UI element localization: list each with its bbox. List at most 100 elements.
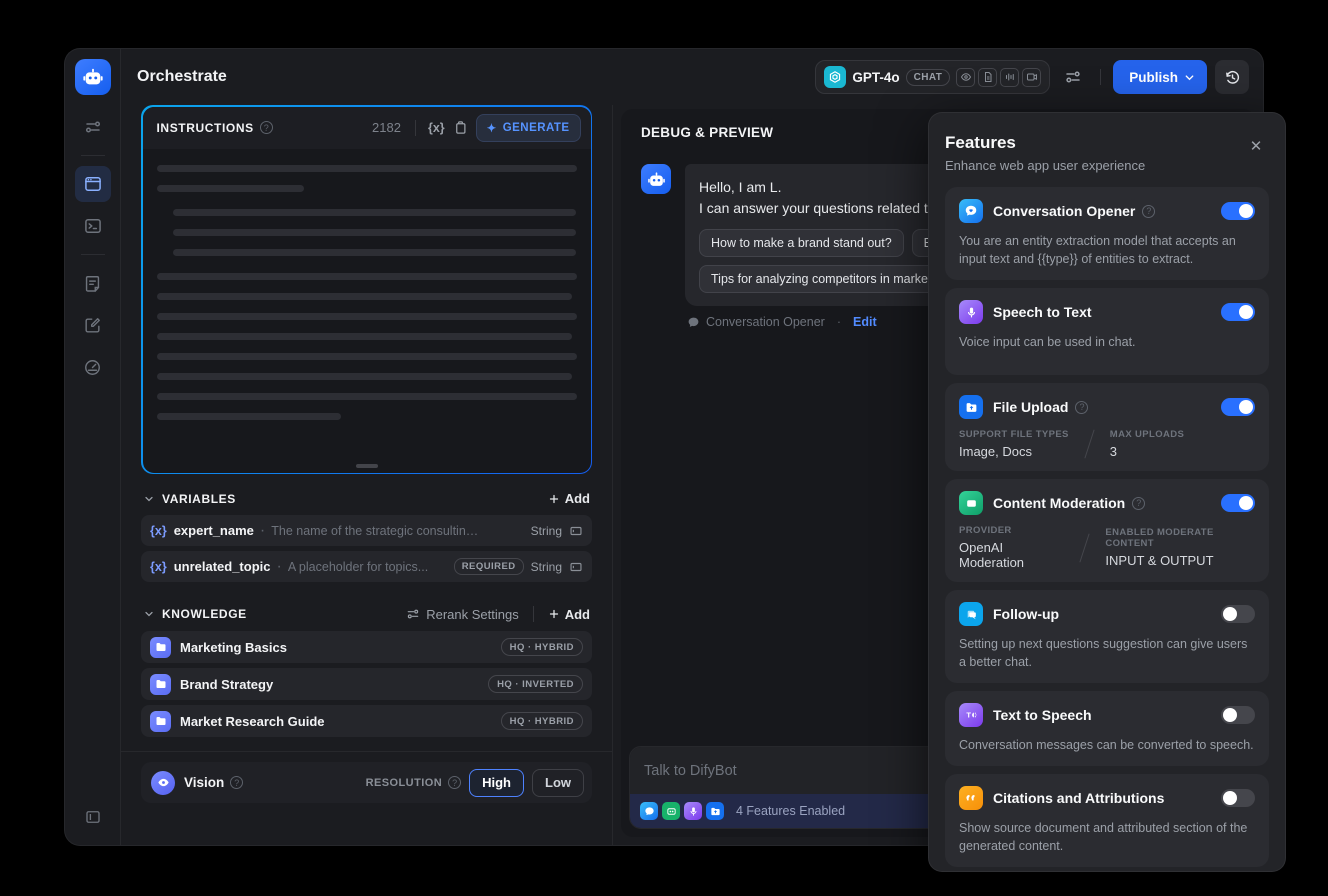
features-panel: Features Enhance web app user experience… <box>928 112 1286 872</box>
top-bar: Orchestrate GPT-4o CHAT Publish <box>121 49 1263 105</box>
help-icon[interactable] <box>1142 204 1156 218</box>
add-variable-button[interactable]: Add <box>548 491 590 506</box>
follow-up-toggle[interactable] <box>1221 605 1255 623</box>
rail-divider <box>80 254 105 255</box>
variable-type: String <box>530 523 562 538</box>
text-to-speech-icon: T <box>959 703 983 727</box>
features-enabled-text: 4 Features Enabled <box>736 804 846 818</box>
dot-separator <box>260 522 265 540</box>
suggested-question-chip[interactable]: Tips for analyzing competitors in market… <box>699 265 961 293</box>
feature-card-text-to-speech: T Text to Speech Conversation messages c… <box>945 691 1269 766</box>
chevron-down-icon[interactable] <box>143 608 155 620</box>
feature-card-content-moderation: Content Moderation PROVIDER OpenAI Moder… <box>945 479 1269 582</box>
insert-variable-icon[interactable]: {x} <box>428 121 445 135</box>
video-icon <box>1022 67 1042 87</box>
history-icon[interactable] <box>1215 60 1249 94</box>
variable-type: String <box>530 559 562 574</box>
text-to-speech-toggle[interactable] <box>1221 706 1255 724</box>
instructions-skeleton <box>143 149 591 449</box>
knowledge-header: KNOWLEDGE Rerank Settings Add <box>143 606 590 622</box>
generate-button[interactable]: ✦ GENERATE <box>475 113 581 142</box>
conversation-opener-icon <box>640 802 658 820</box>
vision-label: Vision <box>184 775 225 790</box>
folder-icon <box>150 710 171 732</box>
variable-row[interactable]: {x} unrelated_topic A placeholder for to… <box>141 551 592 582</box>
logs-icon[interactable] <box>75 265 111 301</box>
chevron-down-icon[interactable] <box>143 493 155 505</box>
knowledge-row[interactable]: Marketing Basics HQ · HYBRID <box>141 631 592 663</box>
content-moderation-toggle[interactable] <box>1221 494 1255 512</box>
vision-icon <box>956 67 976 87</box>
bot-avatar <box>641 164 671 194</box>
audio-icon <box>1000 67 1020 87</box>
retrieval-badge: HQ · INVERTED <box>488 675 583 693</box>
orchestrate-window-icon[interactable] <box>74 166 111 202</box>
dot-separator <box>276 558 281 576</box>
feature-card-speech-to-text: Speech to Text Voice input can be used i… <box>945 288 1269 375</box>
variable-row[interactable]: {x} expert_name The name of the strategi… <box>141 515 592 546</box>
chevron-down-icon <box>1185 74 1194 80</box>
sliders-icon <box>407 609 419 619</box>
meta-divider <box>1079 533 1091 562</box>
publish-button[interactable]: Publish <box>1113 60 1207 94</box>
resolution-low-button[interactable]: Low <box>532 768 584 797</box>
rerank-settings-button[interactable]: Rerank Settings <box>406 607 519 622</box>
close-icon[interactable]: ✕ <box>1243 133 1269 159</box>
instructions-editor[interactable]: INSTRUCTIONS 2182 {x} ✦ GENERATE <box>142 106 591 473</box>
publish-label: Publish <box>1129 69 1178 85</box>
terminal-icon[interactable] <box>75 208 111 244</box>
follow-up-icon <box>959 602 983 626</box>
sparkle-icon: ✦ <box>486 122 497 135</box>
speech-to-text-toggle[interactable] <box>1221 303 1255 321</box>
file-upload-icon <box>706 802 724 820</box>
add-knowledge-button[interactable]: Add <box>548 607 590 622</box>
annotation-icon[interactable] <box>75 307 111 343</box>
variables-header: VARIABLES Add <box>143 491 590 506</box>
model-selector[interactable]: GPT-4o CHAT <box>815 60 1051 94</box>
knowledge-row[interactable]: Market Research Guide HQ · HYBRID <box>141 705 592 737</box>
sliders-icon[interactable] <box>75 109 111 145</box>
resize-handle[interactable] <box>355 463 378 468</box>
conversation-opener-icon <box>687 316 700 329</box>
dot-separator <box>837 315 841 329</box>
variable-token-icon: {x} <box>150 523 167 538</box>
knowledge-row[interactable]: Brand Strategy HQ · INVERTED <box>141 668 592 700</box>
monitoring-icon[interactable] <box>75 349 111 385</box>
suggested-question-chip[interactable]: How to make a brand stand out? <box>699 229 904 257</box>
required-badge: REQUIRED <box>453 558 524 575</box>
feature-card-citations: Citations and Attributions Show source d… <box>945 774 1269 867</box>
conversation-opener-toggle[interactable] <box>1221 202 1255 220</box>
help-icon[interactable] <box>1075 400 1089 414</box>
feature-card-file-upload: File Upload SUPPORT FILE TYPES Image, Do… <box>945 383 1269 471</box>
citations-toggle[interactable] <box>1221 789 1255 807</box>
resolution-label: RESOLUTION <box>365 776 443 789</box>
file-upload-toggle[interactable] <box>1221 398 1255 416</box>
svg-text:T: T <box>966 710 971 719</box>
help-icon[interactable] <box>448 776 462 789</box>
speech-to-text-icon <box>684 802 702 820</box>
left-rail <box>65 49 121 845</box>
openai-icon <box>824 66 847 88</box>
instructions-title: INSTRUCTIONS <box>156 120 254 135</box>
model-mode-badge: CHAT <box>905 68 951 86</box>
conversation-opener-icon <box>959 199 983 223</box>
generate-label: GENERATE <box>502 121 570 134</box>
help-icon[interactable] <box>259 121 273 134</box>
features-subtitle: Enhance web app user experience <box>945 158 1146 173</box>
help-icon[interactable] <box>1132 496 1146 510</box>
help-icon[interactable] <box>230 776 244 789</box>
collapse-sidebar-icon[interactable] <box>75 799 111 835</box>
variable-token-icon: {x} <box>150 559 167 574</box>
orchestrate-config-panel: INSTRUCTIONS 2182 {x} ✦ GENERATE <box>121 105 613 845</box>
speech-to-text-icon <box>959 300 983 324</box>
retrieval-badge: HQ · HYBRID <box>500 638 583 656</box>
resolution-high-button[interactable]: High <box>469 768 524 797</box>
features-title: Features <box>945 133 1016 152</box>
robot-app-icon[interactable] <box>74 59 111 95</box>
vision-setting: Vision RESOLUTION High Low <box>141 762 592 803</box>
copy-icon[interactable] <box>453 120 468 135</box>
edit-opener-link[interactable]: Edit <box>853 315 877 329</box>
document-icon <box>978 67 998 87</box>
plus-icon <box>549 609 558 619</box>
model-settings-icon[interactable] <box>1058 62 1088 92</box>
